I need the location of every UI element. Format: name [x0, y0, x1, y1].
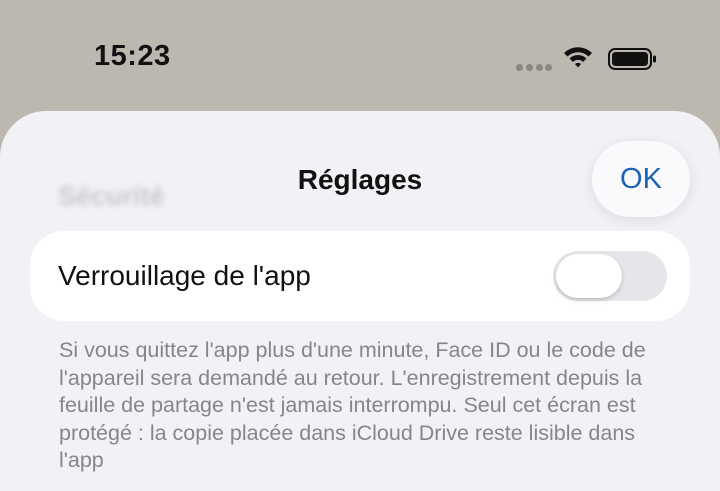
signal-dots [516, 64, 552, 72]
wifi-icon [564, 47, 592, 68]
app-lock-footnote: Si vous quittez l'app plus d'une minute,… [59, 338, 646, 472]
ok-button[interactable]: OK [592, 141, 690, 217]
clock: 15:23 [94, 40, 171, 72]
app-lock-label: Verrouillage de l'app [58, 260, 311, 291]
app-lock-row: Verrouillage de l'app [30, 231, 690, 321]
battery-icon [608, 48, 656, 70]
toggle-knob [556, 254, 622, 298]
app-lock-toggle[interactable] [553, 251, 667, 301]
status-bar: 15:23 [0, 0, 720, 110]
settings-sheet: Sécurité Réglages OK Verrouillage de l'a… [0, 111, 720, 491]
